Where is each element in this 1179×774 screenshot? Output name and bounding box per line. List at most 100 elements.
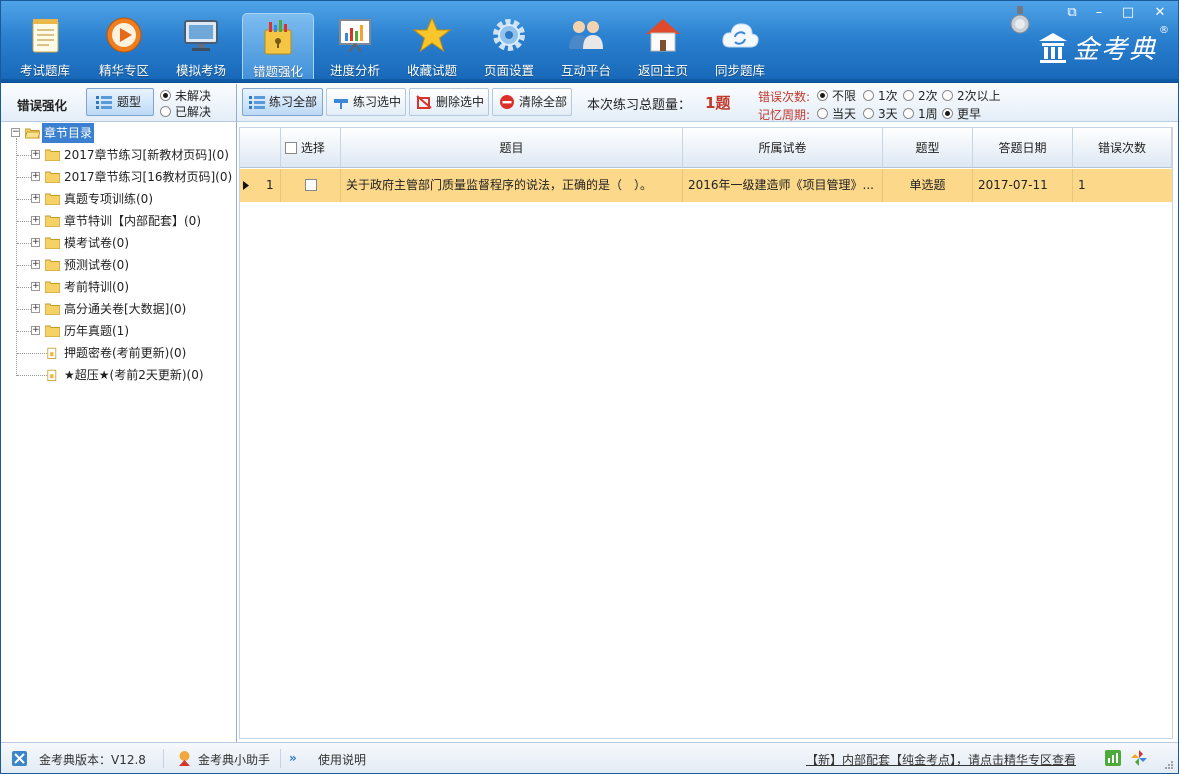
pinwheel-icon[interactable] xyxy=(1131,750,1147,766)
radio-error-once[interactable]: 1次 xyxy=(863,89,898,103)
collapse-icon[interactable]: − xyxy=(11,128,20,137)
nav-progress-analysis[interactable]: 进度分析 xyxy=(319,1,391,81)
practice-all-button[interactable]: 练习全部 xyxy=(242,88,323,116)
radio-period-today[interactable]: 当天 xyxy=(817,107,856,121)
registered-mark: ® xyxy=(1159,25,1169,36)
practice-all-label: 练习全部 xyxy=(269,95,318,109)
users-icon xyxy=(569,21,603,49)
tree-item[interactable]: +2017章节练习[16教材页码](0) xyxy=(31,167,236,187)
minimize-button[interactable]: – xyxy=(1088,5,1110,21)
column-header-paper[interactable]: 所属试卷 xyxy=(683,128,883,168)
expand-icon[interactable]: + xyxy=(31,326,40,335)
expand-icon[interactable]: + xyxy=(31,172,40,181)
row-indicator[interactable]: 1 xyxy=(240,169,281,202)
nav-error-review[interactable]: 错题强化 xyxy=(242,13,314,82)
date-cell[interactable]: 2017-07-11 xyxy=(973,169,1073,202)
total-count-label: 本次练习总题量： xyxy=(587,98,692,113)
status-separator xyxy=(163,749,164,768)
radio-error-unlimited[interactable]: 不限 xyxy=(817,89,856,103)
tree-root[interactable]: − 章节目录 xyxy=(11,123,231,143)
radio-error-more[interactable]: 2次以上 xyxy=(942,89,1001,103)
errors-cell[interactable]: 1 xyxy=(1073,169,1172,202)
assistant-icon xyxy=(179,751,190,766)
expand-icon[interactable]: + xyxy=(31,282,40,291)
radio-period-3days[interactable]: 3天 xyxy=(863,107,898,121)
tree-connector xyxy=(17,177,31,178)
tree-item[interactable]: + 历年真题(1) xyxy=(31,321,236,341)
maximize-button[interactable]: □ xyxy=(1117,5,1139,21)
nav-sync-bank[interactable]: 同步题库 xyxy=(704,1,776,81)
column-header-errors[interactable]: 错误次数 xyxy=(1073,128,1172,168)
nav-interaction-platform[interactable]: 互动平台 xyxy=(550,1,622,81)
radio-unresolved[interactable]: 未解决 xyxy=(160,89,211,103)
nav-label: 同步题库 xyxy=(714,63,765,78)
home-icon xyxy=(646,19,680,52)
gear-icon xyxy=(493,19,525,51)
delete-icon xyxy=(416,95,432,109)
expand-icon[interactable]: + xyxy=(31,150,40,159)
app-window: 考试题库 精华专区 模拟考场 错题强化 进度分析 收藏试题 页面设置 互动平台 … xyxy=(0,0,1179,774)
question-type-label: 题型 xyxy=(117,95,142,109)
expand-icon[interactable]: + xyxy=(31,194,40,203)
expand-icon[interactable]: + xyxy=(31,260,40,269)
nav-page-settings[interactable]: 页面设置 xyxy=(473,1,545,81)
radio-resolved[interactable]: 已解决 xyxy=(160,105,211,119)
column-header-date[interactable]: 答题日期 xyxy=(973,128,1073,168)
tree-item[interactable]: 押题密卷(考前更新)(0) xyxy=(31,343,236,363)
nav-favorites[interactable]: 收藏试题 xyxy=(396,1,468,81)
row-pointer-icon xyxy=(243,181,249,190)
tree-item[interactable]: + 考前特训(0) xyxy=(31,277,236,297)
radio-period-earlier[interactable]: 更早 xyxy=(942,107,981,121)
tree-item[interactable]: ★超压★(考前2天更新)(0) xyxy=(31,365,236,385)
row-select-cell[interactable] xyxy=(281,169,341,202)
radio-label: 3天 xyxy=(878,107,898,121)
tree-item[interactable]: + 高分通关卷[大数据](0) xyxy=(31,299,236,319)
notice-link[interactable]: 【新】内部配套【纯金考点】，请点击精华专区查看 xyxy=(806,751,1076,768)
paper-cell[interactable]: 2016年一级建造师《项目管理》... xyxy=(683,169,883,202)
row-checkbox[interactable] xyxy=(304,179,317,191)
clear-all-button[interactable]: 清除全部 xyxy=(492,88,572,116)
expand-icon[interactable]: + xyxy=(31,238,40,247)
column-header-type[interactable]: 题型 xyxy=(883,128,973,168)
tree-item[interactable]: +2017章节练习[新教材页码](0) xyxy=(31,145,236,165)
radio-label: 不限 xyxy=(832,89,857,103)
stats-icon[interactable] xyxy=(1105,750,1121,766)
question-cell[interactable]: 关于政府主管部门质量监督程序的说法，正确的是（ ）。 xyxy=(341,169,683,202)
chapter-tree: − 章节目录 +2017章节练习[新教材页码](0) +2017章节练习[16教材… xyxy=(1,122,237,742)
action-toolbar: 练习全部 练习选中 删除选中 清除全部 本次练习总题量： 1题 错误次数: 记忆… xyxy=(237,84,1178,122)
nav-return-home[interactable]: 返回主页 xyxy=(627,1,699,81)
delete-selected-label: 删除选中 xyxy=(436,95,485,109)
radio-period-week[interactable]: 1周 xyxy=(903,107,938,121)
tree-root-label: 章节目录 xyxy=(42,123,95,143)
select-all-checkbox[interactable] xyxy=(285,142,297,154)
delete-selected-button[interactable]: 删除选中 xyxy=(409,88,489,116)
nav-featured-zone[interactable]: 精华专区 xyxy=(88,1,160,81)
tree-item[interactable]: + 章节特训【内部配套】(0) xyxy=(31,211,236,231)
folder-icon xyxy=(45,325,60,337)
practice-selected-button[interactable]: 练习选中 xyxy=(326,88,406,116)
expand-icon[interactable]: + xyxy=(31,216,40,225)
folder-icon xyxy=(45,259,60,271)
question-type-button[interactable]: 题型 xyxy=(86,88,154,116)
assistant-link[interactable]: 金考典小助手 xyxy=(198,751,270,768)
help-link[interactable]: 使用说明 xyxy=(318,751,366,768)
tree-item[interactable]: + 预测试卷(0) xyxy=(31,255,236,275)
nav-exam-bank[interactable]: 考试题库 xyxy=(9,1,81,81)
column-header-select[interactable]: 选择 xyxy=(281,128,341,168)
tree-item-label: 考前特训(0) xyxy=(64,280,129,294)
cloud-sync-icon xyxy=(722,23,759,48)
radio-error-twice[interactable]: 2次 xyxy=(903,89,938,103)
close-button[interactable]: ✕ xyxy=(1149,5,1171,21)
type-cell[interactable]: 单选题 xyxy=(883,169,973,202)
radio-indicator xyxy=(817,90,828,101)
column-header-question[interactable]: 题目 xyxy=(341,128,683,168)
star-icon xyxy=(412,16,452,53)
building-logo-icon xyxy=(1039,33,1067,63)
expand-icon[interactable]: + xyxy=(31,304,40,313)
tree-item[interactable]: + 模考试卷(0) xyxy=(31,233,236,253)
resize-grip-icon[interactable] xyxy=(1164,760,1174,770)
nav-label: 互动平台 xyxy=(560,63,611,78)
nav-mock-exam[interactable]: 模拟考场 xyxy=(165,1,237,81)
tree-item[interactable]: + 真题专项训练(0) xyxy=(31,189,236,209)
restore-window-button[interactable]: ⧉ xyxy=(1061,5,1083,21)
